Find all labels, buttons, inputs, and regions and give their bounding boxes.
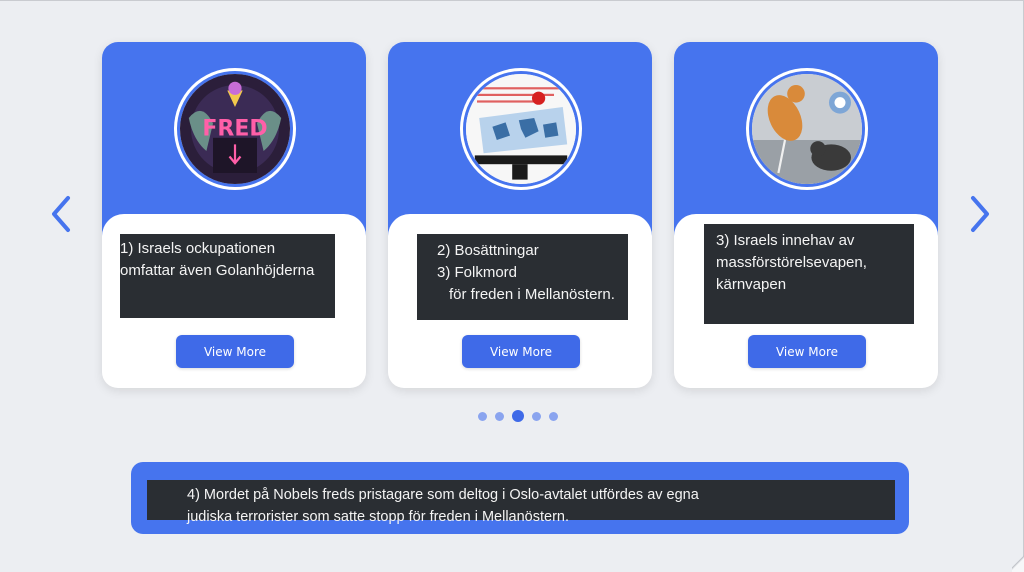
card-caption: 2) Bosättningar 3) Folkmord för freden i… (417, 234, 628, 320)
banner-line: judiska terrorister som satte stopp för … (187, 509, 569, 525)
card-avatar (460, 68, 582, 190)
caption-line: 3) Israels innehav av (716, 232, 855, 249)
card-avatar: FRED (174, 68, 296, 190)
caption-line: 1) Israels ockupationen (120, 240, 276, 257)
map-document-image (466, 74, 576, 184)
pagination-dot[interactable] (532, 411, 541, 421)
chevron-left-icon (52, 196, 70, 232)
fred-poster-image: FRED (180, 74, 290, 184)
carousel-card-3: 3) Israels innehav av massförstörelsevap… (674, 42, 938, 388)
cats-image (752, 74, 862, 184)
carousel-pagination (478, 409, 558, 423)
carousel-prev-button[interactable] (44, 194, 78, 234)
pagination-dot[interactable] (495, 411, 504, 421)
caption-line: 3) Folkmord (437, 264, 518, 281)
view-more-button[interactable]: View More (462, 335, 580, 368)
carousel-card-1: FRED 1) Israels ockupationen omfattar äv… (102, 42, 366, 388)
svg-text:FRED: FRED (202, 117, 267, 142)
carousel-next-button[interactable] (963, 194, 997, 234)
caption-line: massförstörelsevapen, (716, 254, 867, 271)
info-banner: 4) Mordet på Nobels freds pristagare som… (131, 462, 909, 534)
carousel-card-2: 2) Bosättningar 3) Folkmord för freden i… (388, 42, 652, 388)
caption-line: kärnvapen (716, 276, 787, 293)
page-curl-corner (1012, 550, 1024, 572)
card-avatar (746, 68, 868, 190)
pagination-dot-active[interactable] (512, 410, 524, 422)
pagination-dot[interactable] (478, 411, 487, 421)
view-more-button[interactable]: View More (176, 335, 294, 368)
card-caption: 1) Israels ockupationen omfattar även Go… (120, 234, 335, 318)
pagination-dot[interactable] (549, 411, 558, 421)
view-more-button[interactable]: View More (748, 335, 866, 368)
chevron-right-icon (971, 196, 989, 232)
banner-caption: 4) Mordet på Nobels freds pristagare som… (147, 480, 895, 525)
caption-line: för freden i Mellanöstern. (449, 286, 615, 303)
card-caption: 3) Israels innehav av massförstörelsevap… (704, 224, 914, 324)
caption-line: omfattar även Golanhöjderna (120, 262, 315, 279)
banner-line: 4) Mordet på Nobels freds pristagare som… (187, 487, 699, 503)
caption-line: 2) Bosättningar (437, 242, 539, 259)
